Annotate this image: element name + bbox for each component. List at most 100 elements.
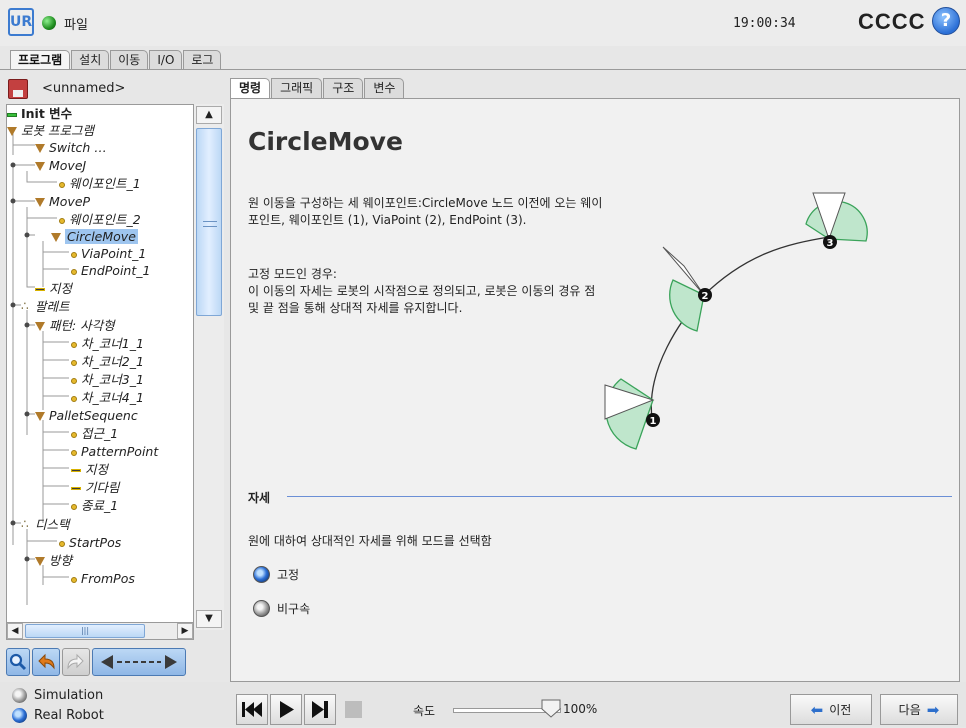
scroll-up-arrow-icon[interactable]: ▲ <box>196 106 222 124</box>
tree-item-pattern-rect[interactable]: 패턴: 사각형 <box>35 317 115 334</box>
move-node-button[interactable] <box>92 648 186 676</box>
tab-program[interactable]: 프로그램 <box>10 50 71 71</box>
waypoint-icon <box>59 181 65 188</box>
tab-io[interactable]: I/O <box>149 50 183 70</box>
main-tabs: 프로그램 설치 이동 I/O 로그 <box>10 50 222 71</box>
step-button[interactable] <box>304 694 336 725</box>
variable-icon <box>7 112 17 117</box>
tree-item-viapoint-1[interactable]: ViaPoint_1 <box>71 245 146 262</box>
fixed-mode-description: 이 이동의 자세는 로봇의 시작점으로 정의되고, 로봇은 이동의 경유 점 및… <box>248 284 596 315</box>
radio-unconstrained[interactable] <box>253 599 270 617</box>
waypoint-icon <box>71 341 77 348</box>
undo-icon <box>38 653 55 670</box>
waypoint-icon <box>71 576 77 583</box>
pallet-icon <box>21 298 31 315</box>
tab-command[interactable]: 명령 <box>230 78 271 98</box>
folder-triangle-icon <box>35 412 45 421</box>
radio-fixed[interactable] <box>253 565 270 583</box>
tab-variables[interactable]: 변수 <box>364 78 405 98</box>
tree-item-assign-2[interactable]: 지정 <box>71 461 108 478</box>
horizontal-scroll-thumb[interactable]: ||| <box>25 624 145 638</box>
file-menu[interactable]: 파일 <box>64 14 88 33</box>
waypoint-marker-1: 1 <box>646 413 660 427</box>
tab-structure[interactable]: 구조 <box>323 78 364 98</box>
tree-item-pattern-point[interactable]: PatternPoint <box>71 443 158 460</box>
scroll-grip-icon <box>203 221 217 227</box>
tree-item-switch[interactable]: Switch … <box>35 139 107 156</box>
folder-triangle-icon <box>35 557 45 566</box>
radio-simulation[interactable] <box>12 687 27 703</box>
tab-graphics[interactable]: 그래픽 <box>271 78 323 98</box>
radio-real-robot[interactable] <box>12 707 27 723</box>
mode-real-robot[interactable]: Real Robot <box>12 706 104 724</box>
tree-item-startpos[interactable]: StartPos <box>59 534 121 551</box>
tree-item-waypoint-2[interactable]: 웨이포인트_2 <box>59 211 141 228</box>
previous-button[interactable]: ⬅ 이전 <box>790 694 872 725</box>
command-panel: CircleMove 원 이동을 구성하는 세 웨이포인트:CircleMove… <box>230 98 960 682</box>
waypoint-icon <box>71 359 77 366</box>
tree-item-movep[interactable]: MoveP <box>35 193 90 210</box>
tree-item-wait[interactable]: 기다림 <box>71 479 120 496</box>
tree-item-frompos[interactable]: FromPos <box>71 570 135 587</box>
rewind-button[interactable] <box>236 694 268 725</box>
play-button[interactable] <box>270 694 302 725</box>
search-icon <box>9 653 27 671</box>
tab-installation[interactable]: 설치 <box>71 50 110 70</box>
stop-button[interactable] <box>338 694 372 725</box>
tree-item-waypoint-1[interactable]: 웨이포인트_1 <box>59 175 141 192</box>
tab-log[interactable]: 로그 <box>183 50 222 70</box>
search-button[interactable] <box>6 648 30 676</box>
speed-value: 100% <box>563 702 598 716</box>
folder-triangle-icon <box>51 233 61 242</box>
redo-button[interactable] <box>62 648 90 676</box>
tree-item-init-variables[interactable]: Init 변수 <box>7 105 72 122</box>
tree-item-corner2[interactable]: 차_코너2_1 <box>71 353 144 370</box>
scroll-down-arrow-icon[interactable]: ▼ <box>196 610 222 628</box>
orientation-description: 원에 대하여 상대적인 자세를 위해 모드를 선택함 <box>248 534 492 548</box>
tree-item-circlemove[interactable]: CircleMove <box>51 228 138 245</box>
program-panel: <unnamed> Init 변수 로봇 프로그램 Switch … MoveJ… <box>0 70 228 682</box>
tab-move[interactable]: 이동 <box>110 50 149 70</box>
next-button[interactable]: 다음 ➡ <box>880 694 958 725</box>
folder-triangle-icon <box>35 144 45 153</box>
tree-item-approach-1[interactable]: 접근_1 <box>71 425 118 442</box>
program-tree[interactable]: Init 변수 로봇 프로그램 Switch … MoveJ 웨이포인트_1 M… <box>6 104 224 630</box>
waypoint-icon <box>59 217 65 224</box>
option-fixed[interactable]: 고정 <box>253 565 299 583</box>
scroll-right-arrow-icon[interactable]: ▶ <box>177 623 193 639</box>
tree-item-destack[interactable]: 디스택 <box>21 516 70 533</box>
orientation-section-label: 자세 <box>248 491 271 505</box>
play-icon <box>280 701 294 718</box>
node-title: CircleMove <box>248 127 403 156</box>
option-unconstrained[interactable]: 비구속 <box>253 599 310 617</box>
tree-item-assign[interactable]: 지정 <box>35 280 72 297</box>
tree-item-exit-1[interactable]: 종료_1 <box>71 497 118 514</box>
tree-item-pallet[interactable]: 팔레트 <box>21 298 70 315</box>
tree-horizontal-scrollbar[interactable]: ◀ ||| ▶ <box>6 622 194 640</box>
stop-icon <box>345 701 362 718</box>
tree-item-endpoint-1[interactable]: EndPoint_1 <box>71 262 150 279</box>
tree-item-corner1[interactable]: 차_코너1_1 <box>71 335 144 352</box>
tree-item-corner4[interactable]: 차_코너4_1 <box>71 389 144 406</box>
waypoint-marker-2: 2 <box>698 288 712 302</box>
skip-forward-icon <box>312 701 328 718</box>
waypoint-icon <box>71 503 77 510</box>
waypoint-icon <box>71 268 77 275</box>
mode-simulation[interactable]: Simulation <box>12 686 103 704</box>
save-icon[interactable] <box>8 79 28 99</box>
file-status-icon[interactable] <box>42 16 56 30</box>
tree-item-movej[interactable]: MoveJ <box>35 157 86 174</box>
tree-item-corner3[interactable]: 차_코너3_1 <box>71 371 144 388</box>
tree-item-direction[interactable]: 방향 <box>35 552 72 569</box>
tree-item-robot-program[interactable]: 로봇 프로그램 <box>7 122 94 139</box>
tree-item-pallet-sequence[interactable]: PalletSequenc <box>35 407 138 424</box>
help-icon[interactable]: ? <box>932 7 960 35</box>
scroll-thumb[interactable] <box>196 128 222 316</box>
speed-slider-thumb-icon[interactable] <box>540 698 562 718</box>
undo-button[interactable] <box>32 648 60 676</box>
tree-vertical-scrollbar[interactable]: ▲ ▼ <box>193 104 224 630</box>
bottom-bar: Simulation Real Robot 속도 100% ⬅ 이전 다음 ➡ <box>0 682 966 727</box>
scroll-left-arrow-icon[interactable]: ◀ <box>7 623 23 639</box>
section-divider <box>287 496 952 497</box>
arrow-right-icon: ➡ <box>926 700 940 719</box>
